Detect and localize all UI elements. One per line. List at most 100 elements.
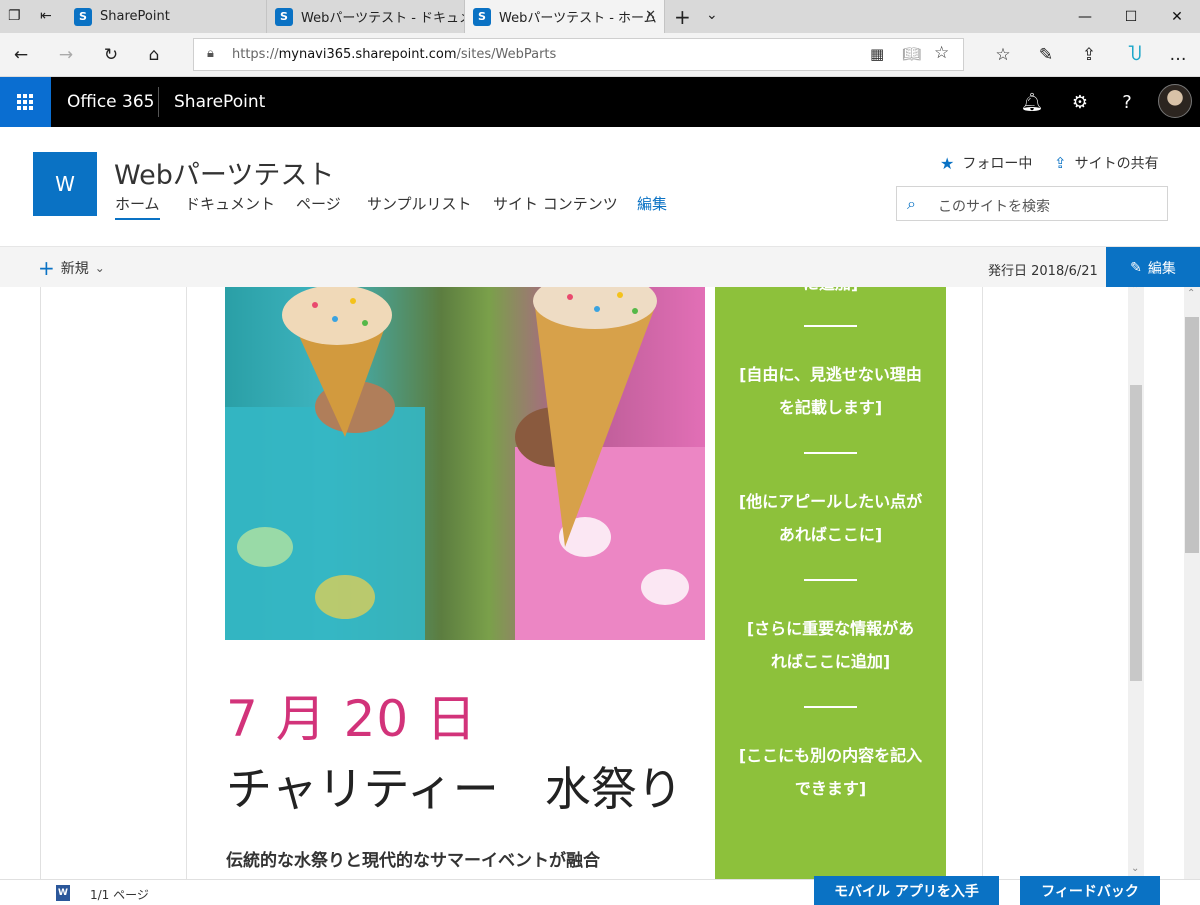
tab-list-chevron-icon[interactable]: ⌄ xyxy=(706,7,718,23)
tab-title: SharePoint xyxy=(100,9,170,24)
sidebar-divider xyxy=(804,452,857,454)
user-avatar[interactable] xyxy=(1158,84,1192,118)
sidebar-item-line: [他にアピールしたい点が xyxy=(738,492,923,511)
share-label: サイトの共有 xyxy=(1074,156,1159,172)
sidebar-item-line: [自由に、見逃せない理由 xyxy=(739,365,922,384)
scroll-up-arrow-icon[interactable]: ⌃ xyxy=(1131,287,1139,295)
page-scroll-thumb[interactable] xyxy=(1185,317,1199,553)
published-date: 発行日 2018/6/21 xyxy=(988,264,1098,279)
qr-code-icon[interactable]: ▦ xyxy=(870,45,884,63)
more-options-icon[interactable]: … xyxy=(1163,41,1193,69)
word-document-icon: W xyxy=(56,885,70,901)
page-count: 1/1 ページ xyxy=(90,888,149,902)
browser-tab-strip: ❐ ⇤ S SharePoint S Webパーツテスト - ドキュメント - … xyxy=(0,0,1200,33)
star-icon: ★ xyxy=(940,153,955,173)
suite-divider xyxy=(158,87,159,117)
gutter-line xyxy=(40,287,41,879)
site-title[interactable]: Webパーツテスト xyxy=(114,153,334,192)
sharepoint-icon: S xyxy=(473,7,491,26)
document-scroll-thumb[interactable] xyxy=(1130,385,1142,681)
browser-tab-documents[interactable]: S Webパーツテスト - ドキュメント - xyxy=(267,0,465,33)
back-arrow-icon[interactable]: ← xyxy=(6,41,36,69)
sidebar-divider xyxy=(804,325,857,327)
nav-sample-list[interactable]: サンプルリスト xyxy=(367,193,472,214)
home-icon[interactable]: ⌂ xyxy=(139,41,169,69)
notification-bell-icon[interactable]: 🔔︎ xyxy=(1018,89,1046,115)
sharepoint-icon: S xyxy=(74,7,92,26)
pencil-icon: ✎ xyxy=(1130,259,1142,276)
event-date: 7 月 20 日 xyxy=(226,690,478,748)
office-365-link[interactable]: Office 365 xyxy=(67,92,154,112)
tab-aside-icon[interactable]: ⇤ xyxy=(40,8,52,24)
share-icon[interactable]: ⇪ xyxy=(1074,41,1104,69)
search-placeholder: このサイトを検索 xyxy=(938,199,1050,215)
settings-gear-icon[interactable]: ⚙ xyxy=(1066,89,1094,115)
site-header: W Webパーツテスト ホーム ドキュメント ページ サンプルリスト サイト コ… xyxy=(0,127,1200,246)
nav-home[interactable]: ホーム xyxy=(115,193,160,220)
share-site-button[interactable]: ⇪ サイトの共有 xyxy=(1054,153,1159,173)
url-text: https://mynavi365.sharepoint.com/sites/W… xyxy=(232,47,557,62)
favorite-star-icon[interactable]: ☆ xyxy=(934,43,949,63)
event-subtitle: 伝統的な水祭りと現代的なサマーイベントが融合 xyxy=(226,851,600,871)
hero-image-ice-cream xyxy=(225,287,705,640)
help-icon[interactable]: ? xyxy=(1113,89,1141,115)
command-bar: + 新規 ⌄ 発行日 2018/6/21 ✎ 編集 xyxy=(0,246,1200,288)
browser-tab-sharepoint[interactable]: S SharePoint xyxy=(66,0,267,33)
nav-documents[interactable]: ドキュメント xyxy=(185,193,275,214)
browser-tab-home[interactable]: S Webパーツテスト - ホーム ✕ xyxy=(465,0,665,33)
sidebar-item-line: [ここにも別の内容を記入 xyxy=(738,746,923,765)
sharepoint-icon: S xyxy=(275,7,293,26)
lock-icon: 🔒︎ xyxy=(207,46,214,61)
plus-icon: + xyxy=(38,256,55,280)
forward-arrow-icon[interactable]: → xyxy=(51,41,81,69)
sidebar-item-line: ればここに追加] xyxy=(770,652,891,671)
tab-title: Webパーツテスト - ホーム xyxy=(499,11,657,26)
sidebar-divider xyxy=(804,579,857,581)
chevron-down-icon: ⌄ xyxy=(94,261,105,275)
nav-pages[interactable]: ページ xyxy=(296,193,341,214)
suite-bar: Office 365 SharePoint 🔔︎ ⚙ ? xyxy=(0,77,1200,127)
sidebar-divider xyxy=(804,706,857,708)
page-canvas: 7 月 20 日 チャリティー 水祭り 伝統的な水祭りと現代的なサマーイベントが… xyxy=(0,287,1200,879)
tab-title: Webパーツテスト - ドキュメント - xyxy=(301,11,464,26)
sidebar-item-line: を記載します] xyxy=(778,398,883,417)
refresh-icon[interactable]: ↻ xyxy=(96,41,126,69)
site-logo[interactable]: W xyxy=(33,152,97,216)
highlights-sidebar: に追加] [自由に、見逃せない理由 を記載します] [他にアピールしたい点が あ… xyxy=(715,287,946,879)
search-icon: ⌕ xyxy=(907,194,916,213)
address-bar[interactable]: 🔒︎ https://mynavi365.sharepoint.com/site… xyxy=(193,38,964,71)
pen-notes-icon[interactable]: ✎ xyxy=(1031,41,1061,69)
page-scroll-up-icon[interactable]: ⌃ xyxy=(1187,288,1195,299)
sidebar-text-top: に追加] xyxy=(715,287,946,300)
edit-page-button[interactable]: ✎ 編集 xyxy=(1106,247,1200,288)
minimize-icon[interactable]: — xyxy=(1062,0,1108,33)
follow-label: フォロー中 xyxy=(962,156,1033,172)
feedback-button[interactable]: フィードバック xyxy=(1020,876,1160,905)
new-label: 新規 xyxy=(60,261,89,277)
get-mobile-app-button[interactable]: モバイル アプリを入手 xyxy=(814,876,999,905)
window-close-icon[interactable]: ✕ xyxy=(1154,0,1200,33)
sharepoint-link[interactable]: SharePoint xyxy=(174,92,265,112)
nav-site-contents[interactable]: サイト コンテンツ xyxy=(493,193,618,214)
event-title: チャリティー 水祭り xyxy=(226,762,683,816)
site-search-box[interactable]: ⌕ このサイトを検索 xyxy=(896,186,1168,221)
share-icon: ⇪ xyxy=(1054,154,1067,172)
sidebar-item-line: [さらに重要な情報があ xyxy=(746,619,915,638)
maximize-icon[interactable]: ☐ xyxy=(1108,0,1154,33)
scroll-down-arrow-icon[interactable]: ⌄ xyxy=(1131,863,1139,874)
reading-view-icon[interactable]: 📖︎ xyxy=(902,45,921,63)
tab-actions-icon[interactable]: ❐ xyxy=(8,8,21,24)
new-button[interactable]: + 新規 ⌄ xyxy=(38,258,105,278)
sidebar-item-line: あればここに] xyxy=(778,525,883,544)
browser-toolbar: ← → ↻ ⌂ 🔒︎ https://mynavi365.sharepoint.… xyxy=(0,33,1200,77)
nav-edit-link[interactable]: 編集 xyxy=(637,193,667,214)
sidebar-item-line: できます] xyxy=(794,779,867,798)
new-tab-icon[interactable]: + xyxy=(674,5,691,29)
app-launcher-waffle-icon[interactable] xyxy=(0,77,51,127)
close-tab-icon[interactable]: ✕ xyxy=(645,8,656,23)
extension-icon[interactable]: Ⴎ xyxy=(1120,41,1150,69)
favorites-list-icon[interactable]: ☆ xyxy=(988,41,1018,69)
follow-button[interactable]: ★ フォロー中 xyxy=(940,153,1032,173)
edit-label: 編集 xyxy=(1147,260,1176,277)
ice-cream-illustration xyxy=(225,287,705,640)
